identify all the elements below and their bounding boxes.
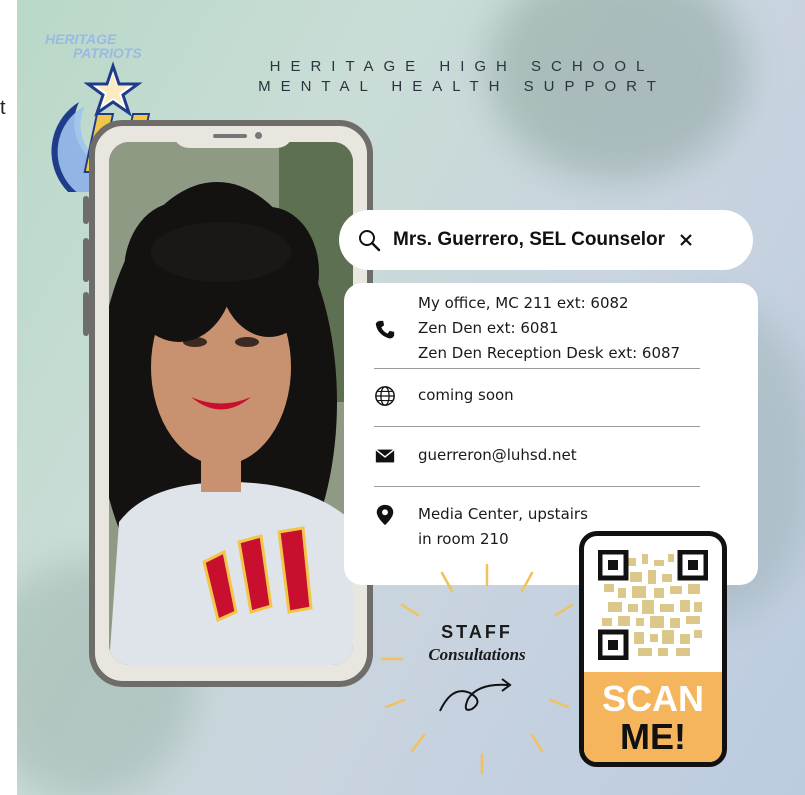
location-line-2: in room 210 bbox=[418, 530, 509, 548]
counselor-photo bbox=[109, 142, 353, 665]
stray-text: t bbox=[0, 97, 6, 119]
logo-line-1: HERITAGE bbox=[45, 31, 117, 47]
qr-code[interactable] bbox=[598, 550, 708, 660]
search-bar[interactable]: Mrs. Guerrero, SEL Counselor bbox=[339, 210, 753, 270]
scan-me-banner: SCAN ME! bbox=[584, 672, 722, 762]
website-text: coming soon bbox=[418, 386, 514, 404]
title-line-2: MENTAL HEALTH SUPPORT bbox=[258, 78, 666, 95]
logo-text: HERITAGE PATRIOTS bbox=[45, 32, 142, 60]
divider bbox=[374, 368, 700, 369]
email-text[interactable]: guerreron@luhsd.net bbox=[418, 443, 577, 468]
scan-label: SCAN bbox=[601, 678, 704, 719]
phone-icon bbox=[375, 320, 395, 339]
title-line-1: HERITAGE HIGH SCHOOL bbox=[269, 58, 655, 75]
curly-arrow-icon bbox=[439, 678, 512, 712]
phone-frame bbox=[83, 120, 373, 687]
consultations-label: Consultations bbox=[428, 645, 526, 664]
phone-line-1: My office, MC 211 ext: 6082 bbox=[418, 294, 629, 312]
search-icon bbox=[359, 230, 381, 252]
close-icon[interactable] bbox=[679, 233, 693, 247]
phone-line-2: Zen Den ext: 6081 bbox=[418, 319, 559, 337]
location-pin-icon bbox=[376, 504, 394, 526]
logo-line-2: PATRIOTS bbox=[73, 45, 142, 61]
mail-icon bbox=[375, 449, 395, 463]
staff-label: STAFF bbox=[441, 622, 513, 642]
divider bbox=[374, 486, 700, 487]
location-line-1: Media Center, upstairs bbox=[418, 505, 588, 523]
phone-line-3: Zen Den Reception Desk ext: 6087 bbox=[418, 344, 681, 362]
poster: HERITAGE PATRIOTS HERITAGE HIGH SCHOOL M… bbox=[17, 0, 805, 795]
page-title: HERITAGE HIGH SCHOOL MENTAL HEALTH SUPPO… bbox=[227, 57, 697, 97]
globe-icon bbox=[375, 386, 395, 406]
qr-code-card[interactable]: SCAN ME! bbox=[579, 531, 727, 767]
me-label: ME! bbox=[620, 716, 686, 757]
phone-notch bbox=[173, 126, 293, 148]
staff-consultations: STAFF Consultations bbox=[402, 622, 552, 721]
search-query: Mrs. Guerrero, SEL Counselor bbox=[393, 229, 666, 250]
divider bbox=[374, 426, 700, 427]
